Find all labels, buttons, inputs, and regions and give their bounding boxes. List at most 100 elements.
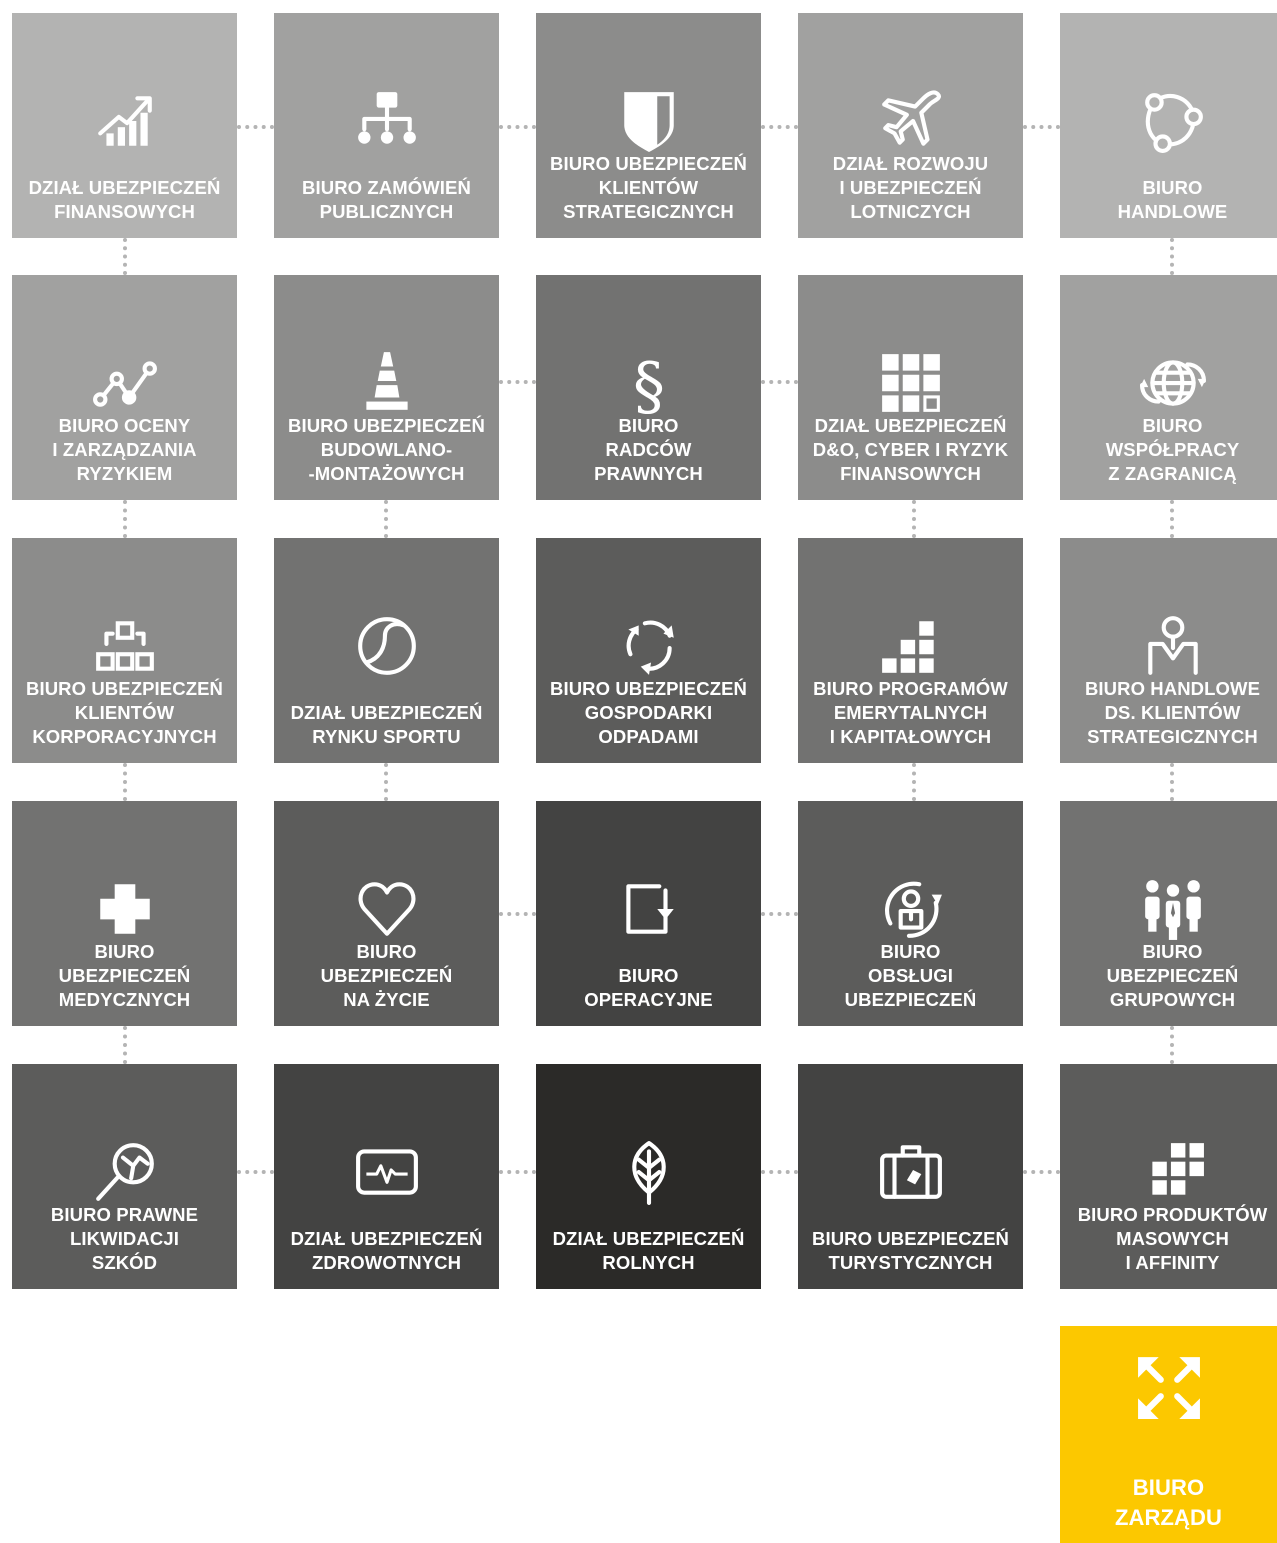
- connector-line: [1023, 125, 1060, 129]
- tile-label: BIURO PRAWNE LIKWIDACJI SZKÓD: [50, 1204, 199, 1273]
- tile-label: BIURO HANDLOWE: [1117, 177, 1228, 222]
- tile-label: BIURO UBEZPIECZEŃ KLIENTÓW KORPORACYJNYC…: [26, 678, 223, 747]
- shield-icon: [536, 85, 761, 157]
- tile-label: BIURO ZARZĄDU: [1114, 1475, 1222, 1530]
- tile-label: BIURO RADCÓW PRAWNYCH: [594, 415, 703, 484]
- line-graph-icon: [12, 347, 237, 419]
- location-person-icon: [1060, 610, 1277, 682]
- connector-line: [912, 763, 916, 801]
- connector-line: [1170, 763, 1174, 801]
- tile-label: BIURO OBSŁUGI UBEZPIECZEŃ: [844, 941, 977, 1010]
- connector-line: [912, 500, 916, 538]
- airplane-icon: [798, 85, 1023, 157]
- svg-text:§: §: [633, 350, 665, 424]
- tile-dzial-ubezpieczen-finansowych[interactable]: DZIAŁ UBEZPIECZEŃ FINANSOWYCH: [12, 13, 237, 238]
- corner-arrow-box-icon: [536, 873, 761, 945]
- suitcase-icon: [798, 1136, 1023, 1208]
- grid-squares-icon: [798, 347, 1023, 419]
- tile-label: BIURO WSPÓŁPRACY Z ZAGRANICĄ: [1105, 415, 1240, 484]
- recycle-icon: [536, 610, 761, 682]
- tile-label: BIURO PROGRAMÓW EMERYTALNYCH I KAPITAŁOW…: [813, 678, 1008, 747]
- connector-line: [499, 912, 536, 916]
- heartbeat-monitor-icon: [274, 1136, 499, 1208]
- tile-biuro-ubezpieczen-turystycznych[interactable]: BIURO UBEZPIECZEŃ TURYSTYCZNYCH: [798, 1064, 1023, 1289]
- tile-biuro-ubezpieczen-grupowych[interactable]: BIURO UBEZPIECZEŃ GRUPOWYCH: [1060, 801, 1277, 1026]
- tile-biuro-zamowien-publicznych[interactable]: BIURO ZAMÓWIEŃ PUBLICZNYCH: [274, 13, 499, 238]
- tile-label: BIURO PRODUKTÓW MASOWYCH I AFFINITY: [1077, 1204, 1268, 1273]
- tile-biuro-obslugi-ubezpieczen[interactable]: BIURO OBSŁUGI UBEZPIECZEŃ: [798, 801, 1023, 1026]
- connector-line: [384, 500, 388, 538]
- tile-biuro-wspolpracy-z-zagranica[interactable]: BIURO WSPÓŁPRACY Z ZAGRANICĄ: [1060, 275, 1277, 500]
- tile-label: BIURO UBEZPIECZEŃ TURYSTYCZNYCH: [812, 1228, 1009, 1273]
- tile-biuro-ubezpieczen-klientow-korporacyjnych[interactable]: BIURO UBEZPIECZEŃ KLIENTÓW KORPORACYJNYC…: [12, 538, 237, 763]
- tile-biuro-ubezpieczen-na-zycie[interactable]: BIURO UBEZPIECZEŃ NA ŻYCIE: [274, 801, 499, 1026]
- tile-biuro-zarzadu[interactable]: BIURO ZARZĄDU: [1060, 1326, 1277, 1543]
- tile-biuro-handlowe[interactable]: BIURO HANDLOWE: [1060, 13, 1277, 238]
- connector-line: [237, 1170, 274, 1174]
- tile-label: DZIAŁ UBEZPIECZEŃ ROLNYCH: [552, 1228, 745, 1273]
- connector-line: [761, 912, 798, 916]
- tennis-ball-icon: [274, 610, 499, 682]
- stacked-blocks-icon: [798, 610, 1023, 682]
- building-blocks-icon: [12, 610, 237, 682]
- tile-dzial-ubezpieczen-rynku-sportu[interactable]: DZIAŁ UBEZPIECZEŃ RYNKU SPORTU: [274, 538, 499, 763]
- tile-label: BIURO OPERACYJNE: [584, 965, 713, 1010]
- tile-label: BIURO UBEZPIECZEŃ GRUPOWYCH: [1106, 941, 1239, 1010]
- tile-dzial-rozwoju-i-ubezpieczen-lotniczych[interactable]: DZIAŁ ROZWOJU I UBEZPIECZEŃ LOTNICZYCH: [798, 13, 1023, 238]
- connector-line: [1023, 1170, 1060, 1174]
- tile-label: DZIAŁ UBEZPIECZEŃ ZDROWOTNYCH: [290, 1228, 483, 1273]
- traffic-cone-icon: [274, 347, 499, 419]
- connector-line: [499, 1170, 536, 1174]
- tile-biuro-handlowe-ds-klientow-strategicznych[interactable]: BIURO HANDLOWE DS. KLIENTÓW STRATEGICZNY…: [1060, 538, 1277, 763]
- connector-line: [499, 125, 536, 129]
- tile-label: BIURO UBEZPIECZEŃ KLIENTÓW STRATEGICZNYC…: [550, 153, 747, 222]
- tile-label: BIURO UBEZPIECZEŃ MEDYCZNYCH: [58, 941, 191, 1010]
- tile-label: BIURO HANDLOWE DS. KLIENTÓW STRATEGICZNY…: [1084, 678, 1261, 747]
- expand-arrows-icon: [1060, 1352, 1277, 1424]
- tile-label: BIURO ZAMÓWIEŃ PUBLICZNYCH: [302, 177, 471, 222]
- tile-dzial-ubezpieczen-do-cyber[interactable]: DZIAŁ UBEZPIECZEŃ D&O, CYBER I RYZYK FIN…: [798, 275, 1023, 500]
- tile-biuro-ubezpieczen-klientow-strategicznych[interactable]: BIURO UBEZPIECZEŃ KLIENTÓW STRATEGICZNYC…: [536, 13, 761, 238]
- tile-label: BIURO UBEZPIECZEŃ NA ŻYCIE: [320, 941, 453, 1010]
- tile-label: DZIAŁ UBEZPIECZEŃ RYNKU SPORTU: [290, 702, 483, 747]
- connector-line: [1170, 1026, 1174, 1064]
- connector-line: [1170, 500, 1174, 538]
- connector-line: [761, 1170, 798, 1174]
- connector-line: [123, 238, 127, 275]
- connector-line: [237, 125, 274, 129]
- growth-chart-icon: [12, 85, 237, 157]
- connector-line: [123, 500, 127, 538]
- connector-line: [123, 763, 127, 801]
- connector-line: [1170, 238, 1174, 275]
- tile-biuro-operacyjne[interactable]: BIURO OPERACYJNE: [536, 801, 761, 1026]
- network-nodes-icon: [1060, 85, 1277, 157]
- tile-label: BIURO UBEZPIECZEŃ GOSPODARKI ODPADAMI: [550, 678, 747, 747]
- connector-line: [761, 125, 798, 129]
- tile-label: BIURO UBEZPIECZEŃ BUDOWLANO- -MONTAŻOWYC…: [288, 415, 485, 484]
- tile-biuro-programow-emerytalnych[interactable]: BIURO PROGRAMÓW EMERYTALNYCH I KAPITAŁOW…: [798, 538, 1023, 763]
- tile-dzial-ubezpieczen-rolnych[interactable]: DZIAŁ UBEZPIECZEŃ ROLNYCH: [536, 1064, 761, 1289]
- group-people-icon: [1060, 873, 1277, 945]
- globe-arrows-icon: [1060, 347, 1277, 419]
- tile-biuro-prawne-likwidacji-szkod[interactable]: BIURO PRAWNE LIKWIDACJI SZKÓD: [12, 1064, 237, 1289]
- tile-dzial-ubezpieczen-zdrowotnych[interactable]: DZIAŁ UBEZPIECZEŃ ZDROWOTNYCH: [274, 1064, 499, 1289]
- blocks-cluster-icon: [1060, 1136, 1277, 1208]
- tile-biuro-produktow-masowych-i-affinity[interactable]: BIURO PRODUKTÓW MASOWYCH I AFFINITY: [1060, 1064, 1277, 1289]
- tile-label: DZIAŁ UBEZPIECZEŃ FINANSOWYCH: [28, 177, 221, 222]
- paragraph-icon: §: [536, 347, 761, 424]
- tile-biuro-ubezpieczen-medycznych[interactable]: BIURO UBEZPIECZEŃ MEDYCZNYCH: [12, 801, 237, 1026]
- magnifier-broken-icon: [12, 1136, 237, 1208]
- leaf-icon: [536, 1136, 761, 1208]
- tile-biuro-ubezpieczen-gospodarki-odpadami[interactable]: BIURO UBEZPIECZEŃ GOSPODARKI ODPADAMI: [536, 538, 761, 763]
- person-cycle-icon: [798, 873, 1023, 945]
- tile-biuro-oceny-i-zarzadzania-ryzykiem[interactable]: BIURO OCENY I ZARZĄDZANIA RYZYKIEM: [12, 275, 237, 500]
- tile-biuro-radcow-prawnych[interactable]: § BIURO RADCÓW PRAWNYCH: [536, 275, 761, 500]
- tile-label: BIURO OCENY I ZARZĄDZANIA RYZYKIEM: [52, 415, 197, 484]
- connector-line: [384, 763, 388, 801]
- tile-biuro-ubezpieczen-budowlano-montazowych[interactable]: BIURO UBEZPIECZEŃ BUDOWLANO- -MONTAŻOWYC…: [274, 275, 499, 500]
- tile-label: DZIAŁ ROZWOJU I UBEZPIECZEŃ LOTNICZYCH: [832, 153, 989, 222]
- hierarchy-icon: [274, 85, 499, 157]
- connector-line: [761, 380, 798, 384]
- heart-icon: [274, 873, 499, 945]
- connector-line: [499, 380, 536, 384]
